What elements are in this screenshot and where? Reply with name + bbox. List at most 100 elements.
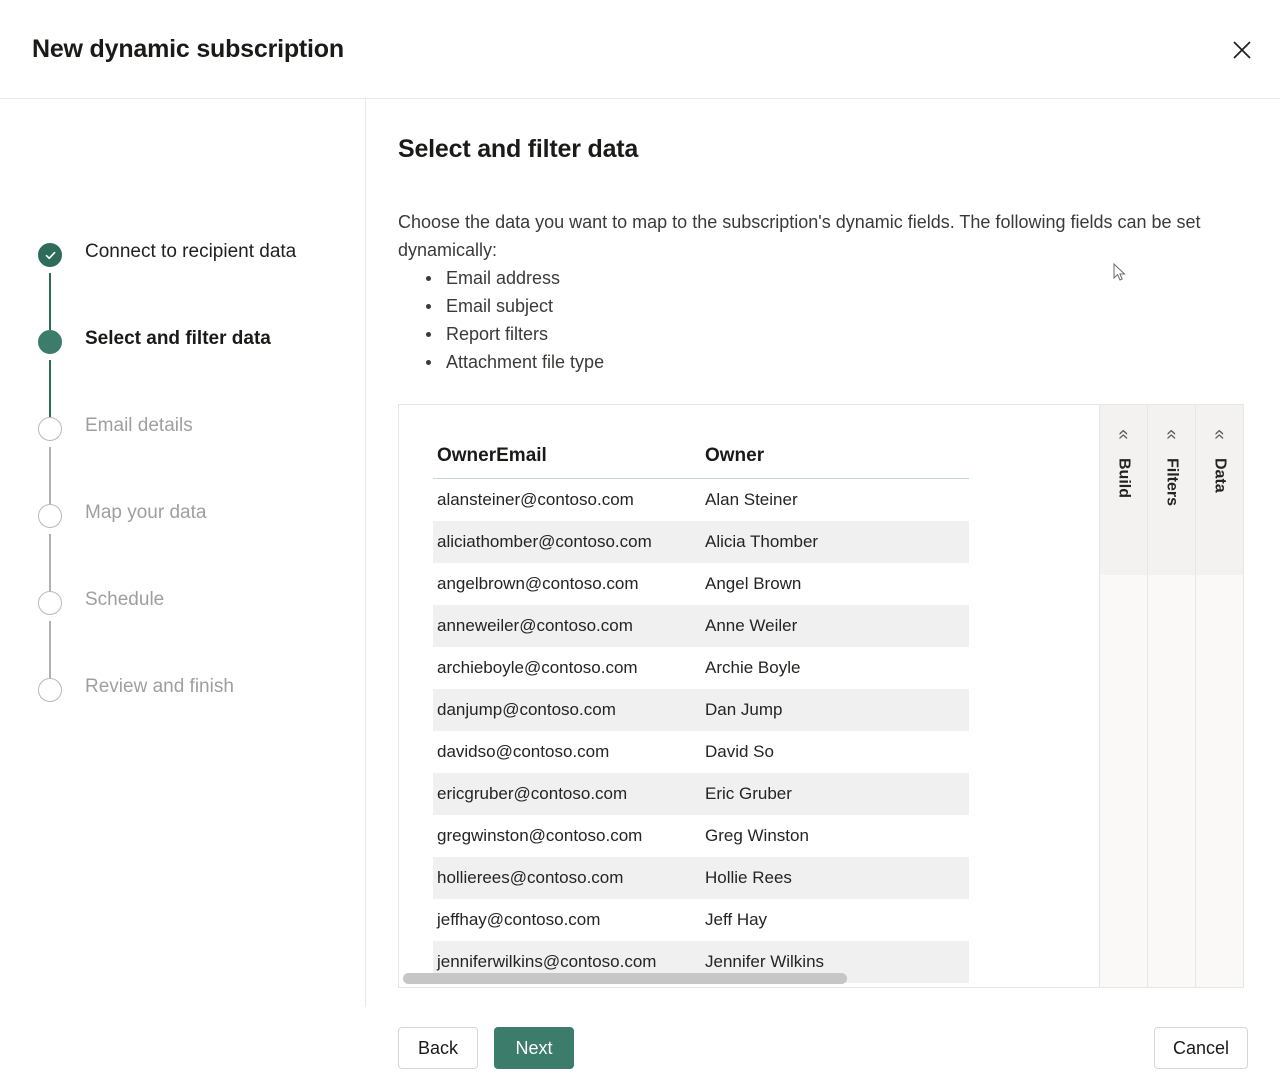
- table-row[interactable]: davidso@contoso.com David So: [433, 731, 969, 773]
- list-item: Attachment file type: [398, 348, 1248, 376]
- cell-owneremail: angelbrown@contoso.com: [437, 574, 639, 593]
- step-marker: [38, 591, 64, 678]
- step-marker: [38, 417, 64, 504]
- table-row[interactable]: danjump@contoso.com Dan Jump: [433, 689, 969, 731]
- step-circle-pending: [38, 504, 62, 528]
- cell-owneremail: anneweiler@contoso.com: [433, 605, 701, 647]
- owner-table: OwnerEmail Owner alansteiner@contoso.com…: [433, 445, 969, 987]
- table-row[interactable]: ericgruber@contoso.com Eric Gruber: [433, 773, 969, 815]
- pane-body: [1148, 575, 1195, 987]
- report-canvas[interactable]: OwnerEmail Owner alansteiner@contoso.com…: [399, 405, 1099, 987]
- dialog-footer: Back Next Cancel: [0, 1007, 1280, 1089]
- sidebar-item-schedule[interactable]: Schedule: [0, 587, 365, 678]
- pane-data[interactable]: « Data: [1195, 405, 1243, 987]
- table-row[interactable]: jeffhay@contoso.com Jeff Hay: [433, 899, 969, 941]
- cell-owneremail: archieboyle@contoso.com: [437, 658, 638, 677]
- pane-label: Build: [1115, 458, 1133, 498]
- table-row[interactable]: gregwinston@contoso.com Greg Winston: [433, 815, 969, 857]
- sidebar-item-map-your-data[interactable]: Map your data: [0, 500, 365, 591]
- step-marker: [38, 504, 64, 591]
- pane-label: Filters: [1163, 458, 1181, 507]
- step-label: Select and filter data: [85, 328, 271, 349]
- step-label: Review and finish: [85, 676, 234, 697]
- horizontal-scrollbar-thumb[interactable]: [403, 973, 847, 984]
- dialog-header: New dynamic subscription: [0, 0, 1280, 99]
- step-label: Email details: [85, 415, 193, 436]
- cell-owneremail: ericgruber@contoso.com: [433, 773, 701, 815]
- step-label: Schedule: [85, 589, 165, 610]
- step-connector: [49, 534, 51, 591]
- list-item: Email address: [398, 264, 1248, 292]
- table-row[interactable]: archieboyle@contoso.com Archie Boyle: [433, 647, 969, 689]
- dynamic-fields-list: Email address Email subject Report filte…: [398, 264, 1248, 376]
- cancel-button[interactable]: Cancel: [1153, 1027, 1248, 1069]
- step-label: Map your data: [85, 502, 207, 523]
- wizard-stepper: Connect to recipient data Select and fil…: [0, 99, 366, 1007]
- cell-owneremail: davidso@contoso.com: [437, 742, 610, 761]
- cell-owneremail: alansteiner@contoso.com: [437, 490, 634, 509]
- cell-owneremail: hollierees@contoso.com: [433, 857, 701, 899]
- page-description: Choose the data you want to map to the s…: [398, 212, 1201, 260]
- table-row[interactable]: angelbrown@contoso.com Angel Brown: [433, 563, 969, 605]
- list-item: Report filters: [398, 320, 1248, 348]
- step-connector: [49, 621, 51, 678]
- back-button[interactable]: Back: [398, 1027, 478, 1069]
- cell-owneremail: danjump@contoso.com: [433, 689, 701, 731]
- table-header-row: OwnerEmail Owner: [433, 445, 969, 479]
- step-connector: [49, 360, 51, 417]
- next-button[interactable]: Next: [494, 1027, 574, 1069]
- step-label: Connect to recipient data: [85, 241, 297, 262]
- list-item: Email subject: [398, 292, 1248, 320]
- sidebar-item-review-and-finish[interactable]: Review and finish: [0, 674, 365, 761]
- cell-owner: Anne Weiler: [701, 605, 969, 647]
- cell-owner: Jeff Hay: [705, 910, 768, 929]
- main-panel: Select and filter data Choose the data y…: [366, 99, 1280, 1007]
- step-circle-pending: [38, 417, 62, 441]
- page-title: Select and filter data: [398, 135, 639, 163]
- table-row[interactable]: alansteiner@contoso.com Alan Steiner: [433, 479, 969, 522]
- chevron-collapse-icon[interactable]: «: [1113, 429, 1134, 440]
- pane-header: « Filters: [1148, 405, 1195, 575]
- check-icon: [45, 251, 55, 259]
- step-circle-pending: [38, 678, 62, 702]
- table-body: alansteiner@contoso.com Alan Steiner ali…: [433, 479, 969, 988]
- close-icon[interactable]: [1222, 32, 1262, 68]
- cell-owner: Hollie Rees: [701, 857, 969, 899]
- chevron-collapse-icon[interactable]: «: [1161, 429, 1182, 440]
- step-connector: [49, 447, 51, 504]
- step-circle-complete: [38, 243, 62, 267]
- column-header-owneremail[interactable]: OwnerEmail: [433, 445, 701, 479]
- pane-header: « Data: [1196, 405, 1243, 575]
- cell-owner: Eric Gruber: [701, 773, 969, 815]
- cell-owner: Greg Winston: [705, 826, 809, 845]
- step-marker: [38, 330, 64, 417]
- pane-build[interactable]: « Build: [1099, 405, 1147, 987]
- cell-owner: Dan Jump: [701, 689, 969, 731]
- pane-label: Data: [1211, 458, 1229, 493]
- sidebar-item-select-and-filter-data[interactable]: Select and filter data: [0, 326, 365, 417]
- pane-filters[interactable]: « Filters: [1147, 405, 1195, 987]
- cell-owneremail: jeffhay@contoso.com: [437, 910, 601, 929]
- table-row[interactable]: anneweiler@contoso.com Anne Weiler: [433, 605, 969, 647]
- horizontal-scrollbar[interactable]: [403, 973, 1093, 984]
- new-dynamic-subscription-dialog: New dynamic subscription Connect to reci…: [0, 0, 1280, 1089]
- chevron-collapse-icon[interactable]: «: [1209, 429, 1230, 440]
- sidebar-item-connect-to-recipient-data[interactable]: Connect to recipient data: [0, 239, 365, 330]
- embedded-report: OwnerEmail Owner alansteiner@contoso.com…: [398, 404, 1244, 988]
- step-circle-current: [38, 330, 62, 354]
- dialog-body: Connect to recipient data Select and fil…: [0, 99, 1280, 1007]
- step-marker: [38, 243, 64, 330]
- cell-owner: Archie Boyle: [705, 658, 801, 677]
- sidebar-item-email-details[interactable]: Email details: [0, 413, 365, 504]
- table-row[interactable]: aliciathomber@contoso.com Alicia Thomber: [433, 521, 969, 563]
- cell-owner: Alicia Thomber: [701, 521, 969, 563]
- cell-owner: Alan Steiner: [705, 490, 798, 509]
- column-header-owner[interactable]: Owner: [701, 445, 969, 479]
- report-side-panes: « Build « Filters « Data: [1099, 405, 1243, 987]
- table-row[interactable]: hollierees@contoso.com Hollie Rees: [433, 857, 969, 899]
- cell-owner: Angel Brown: [705, 574, 802, 593]
- cell-owneremail: gregwinston@contoso.com: [437, 826, 643, 845]
- cell-owneremail: aliciathomber@contoso.com: [433, 521, 701, 563]
- step-circle-pending: [38, 591, 62, 615]
- pane-body: [1196, 575, 1243, 987]
